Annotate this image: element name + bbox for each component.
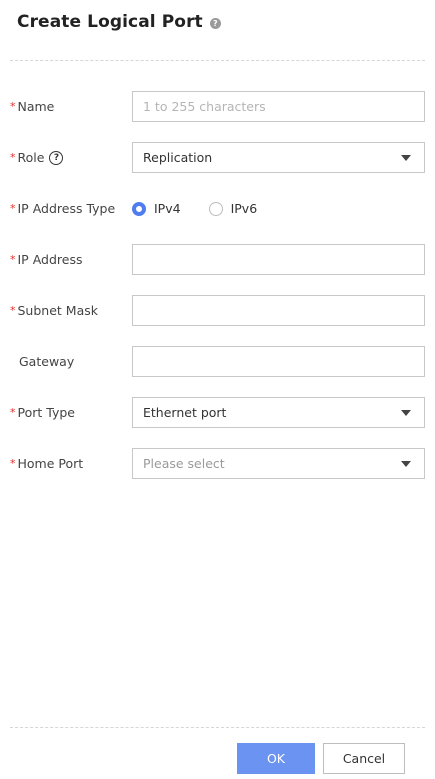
role-select-value: Replication <box>143 150 213 165</box>
radio-ipv4-label: IPv4 <box>154 201 181 216</box>
port-type-select-value: Ethernet port <box>143 405 227 420</box>
home-port-select-placeholder: Please select <box>143 456 225 471</box>
footer-divider <box>10 727 425 728</box>
ip-address-type-label: * IP Address Type <box>10 193 115 224</box>
gateway-input[interactable] <box>133 347 424 376</box>
ok-button[interactable]: OK <box>237 743 315 774</box>
gateway-row: Gateway <box>0 346 435 377</box>
radio-unchecked-icon[interactable] <box>208 201 223 216</box>
port-type-select[interactable]: Ethernet port <box>132 397 425 428</box>
required-mark: * <box>10 304 16 317</box>
caret-down-icon <box>401 410 411 416</box>
port-type-row: * Port Type Ethernet port <box>0 397 435 428</box>
ip-address-label: * IP Address <box>10 244 82 275</box>
gateway-label: Gateway <box>19 354 75 369</box>
cancel-button[interactable]: Cancel <box>323 743 405 774</box>
subnet-mask-input[interactable] <box>133 296 424 325</box>
radio-ipv6[interactable]: IPv6 <box>208 201 258 216</box>
required-mark: * <box>10 457 16 470</box>
required-mark: * <box>10 253 16 266</box>
radio-ipv4[interactable]: IPv4 <box>132 201 181 216</box>
name-row: * Name <box>0 91 435 122</box>
ip-address-field[interactable] <box>132 244 425 275</box>
home-port-select[interactable]: Please select <box>132 448 425 479</box>
caret-down-icon <box>401 155 411 161</box>
ip-address-type-row: * IP Address Type IPv4 IPv6 <box>0 193 435 224</box>
question-circle-icon[interactable]: ? <box>49 150 64 165</box>
gateway-field[interactable] <box>132 346 425 377</box>
required-mark: * <box>10 151 16 164</box>
required-mark: * <box>10 406 16 419</box>
required-mark: * <box>10 202 16 215</box>
radio-checked-icon[interactable] <box>132 201 146 216</box>
ip-address-row: * IP Address <box>0 244 435 275</box>
name-input[interactable] <box>133 92 424 121</box>
caret-down-icon <box>401 461 411 467</box>
ip-address-type-radio-group: IPv4 IPv6 <box>132 193 285 224</box>
help-icon[interactable]: ? <box>209 18 221 29</box>
radio-ipv6-label: IPv6 <box>230 201 258 216</box>
subnet-mask-label: * Subnet Mask <box>10 295 98 326</box>
name-label: * Name <box>10 91 54 122</box>
name-field[interactable] <box>132 91 425 122</box>
port-type-label: * Port Type <box>10 397 75 428</box>
home-port-label: * Home Port <box>10 448 83 479</box>
role-row: * Role ? Replication <box>0 142 435 173</box>
dialog-title: Create Logical Port <box>17 12 203 32</box>
ip-address-input[interactable] <box>133 245 424 274</box>
subnet-mask-row: * Subnet Mask <box>0 295 435 326</box>
header-divider <box>10 60 425 61</box>
role-select[interactable]: Replication <box>132 142 425 173</box>
subnet-mask-field[interactable] <box>132 295 425 326</box>
role-label: * Role ? <box>10 142 64 173</box>
dialog-header: Create Logical Port ? <box>17 10 221 34</box>
home-port-row: * Home Port Please select <box>0 448 435 479</box>
required-mark: * <box>10 100 16 113</box>
